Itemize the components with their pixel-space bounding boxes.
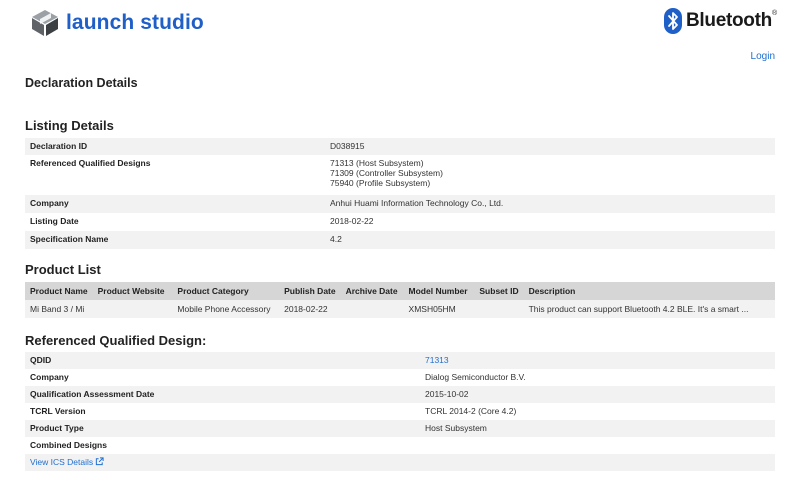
- view-ics-details-label: View ICS Details: [30, 457, 94, 467]
- archive-date-cell: [340, 300, 404, 318]
- row-value: 4.2: [325, 231, 775, 249]
- declaration-id-value: D038915: [330, 141, 365, 151]
- row-value: 2018-02-22: [325, 213, 775, 231]
- row-value: Dialog Semiconductor B.V.: [420, 369, 775, 386]
- table-row: Qualification Assessment Date 2015-10-02: [25, 386, 775, 403]
- page-title: Declaration Details: [25, 76, 138, 90]
- table-row: Company Dialog Semiconductor B.V.: [25, 369, 775, 386]
- referenced-qualified-design-table: QDID 71313 Company Dialog Semiconductor …: [25, 352, 775, 471]
- external-link-icon: [96, 457, 104, 466]
- row-key: Declaration ID: [25, 138, 325, 155]
- bluetooth-wordmark: Bluetooth®: [686, 10, 777, 32]
- product-list-table: Product Name Product Website Product Cat…: [25, 282, 775, 318]
- listing-details-title: Listing Details: [25, 118, 114, 133]
- table-row: View ICS Details: [25, 454, 775, 471]
- table-row: Combined Designs: [25, 437, 775, 454]
- row-key: TCRL Version: [25, 403, 420, 420]
- row-key: Referenced Qualified Designs: [25, 155, 325, 195]
- table-row: Product Type Host Subsystem: [25, 420, 775, 437]
- publish-date-cell: 2018-02-22: [279, 300, 341, 318]
- row-key: QDID: [25, 352, 420, 369]
- bluetooth-logo: Bluetooth®: [664, 8, 777, 34]
- specification-name-value: 4.2: [330, 234, 342, 244]
- table-row[interactable]: Mi Band 3 / Mi Mobile Phone Accessory 20…: [25, 300, 775, 318]
- row-key: Company: [25, 195, 325, 213]
- row-value: 71313 (Host Subsystem) 71309 (Controller…: [325, 155, 775, 195]
- listing-date-value: 2018-02-22: [330, 216, 374, 226]
- column-header[interactable]: Subset ID: [474, 282, 524, 300]
- description-cell: This product can support Bluetooth 4.2 B…: [523, 300, 775, 318]
- product-header-row: Product Name Product Website Product Cat…: [25, 282, 775, 300]
- row-key: Listing Date: [25, 213, 325, 231]
- model-number-cell: XMSH05HM: [403, 300, 475, 318]
- company-value: Anhui Huami Information Technology Co., …: [330, 198, 504, 208]
- row-value: D038915: [325, 138, 775, 155]
- row-value: TCRL 2014-2 (Core 4.2): [420, 403, 775, 420]
- table-row: QDID 71313: [25, 352, 775, 369]
- product-list-title: Product List: [25, 262, 101, 277]
- page-header: launch studio Bluetooth® Login: [0, 0, 800, 62]
- row-key: Product Type: [25, 420, 420, 437]
- listing-details-table: Declaration ID D038915 Referenced Qualif…: [25, 138, 775, 249]
- product-website-cell: [92, 300, 173, 318]
- launch-studio-logo[interactable]: launch studio: [31, 9, 204, 37]
- table-row: Specification Name 4.2: [25, 231, 775, 249]
- table-row: TCRL Version TCRL 2014-2 (Core 4.2): [25, 403, 775, 420]
- column-header[interactable]: Description: [523, 282, 775, 300]
- column-header[interactable]: Product Website: [92, 282, 173, 300]
- row-key: Specification Name: [25, 231, 325, 249]
- row-value: 71313: [420, 352, 775, 369]
- registered-mark: ®: [771, 10, 777, 17]
- column-header[interactable]: Archive Date: [340, 282, 404, 300]
- row-value: Host Subsystem: [420, 420, 775, 437]
- row-value: [420, 437, 775, 454]
- referenced-design-value: 71313 (Host Subsystem): [330, 158, 424, 168]
- referenced-design-value: 75940 (Profile Subsystem): [330, 178, 431, 188]
- login-link[interactable]: Login: [751, 51, 775, 62]
- brand-name: launch studio: [66, 11, 204, 34]
- qdid-link[interactable]: 71313: [425, 355, 449, 365]
- launch-studio-cube-icon: [32, 10, 58, 36]
- row-value: Anhui Huami Information Technology Co., …: [325, 195, 775, 213]
- referenced-design-value: 71309 (Controller Subsystem): [330, 168, 443, 178]
- product-category-cell: Mobile Phone Accessory: [172, 300, 280, 318]
- row-key: Qualification Assessment Date: [25, 386, 420, 403]
- table-row: Declaration ID D038915: [25, 138, 775, 155]
- row-value: 2015-10-02: [420, 386, 775, 403]
- bluetooth-rune-icon: [664, 8, 682, 34]
- column-header[interactable]: Publish Date: [279, 282, 341, 300]
- table-row: Referenced Qualified Designs 71313 (Host…: [25, 155, 775, 195]
- row-key: Company: [25, 369, 420, 386]
- column-header[interactable]: Product Category: [172, 282, 280, 300]
- ics-link-cell: View ICS Details: [25, 454, 775, 471]
- column-header[interactable]: Model Number: [403, 282, 475, 300]
- product-name-cell: Mi Band 3 / Mi: [25, 300, 93, 318]
- subset-id-cell: [474, 300, 524, 318]
- view-ics-details-link[interactable]: View ICS Details: [30, 457, 104, 467]
- referenced-qualified-design-title: Referenced Qualified Design:: [25, 333, 207, 348]
- table-row: Company Anhui Huami Information Technolo…: [25, 195, 775, 213]
- column-header[interactable]: Product Name: [25, 282, 93, 300]
- row-key: Combined Designs: [25, 437, 420, 454]
- table-row: Listing Date 2018-02-22: [25, 213, 775, 231]
- bluetooth-wordmark-text: Bluetooth: [686, 10, 772, 31]
